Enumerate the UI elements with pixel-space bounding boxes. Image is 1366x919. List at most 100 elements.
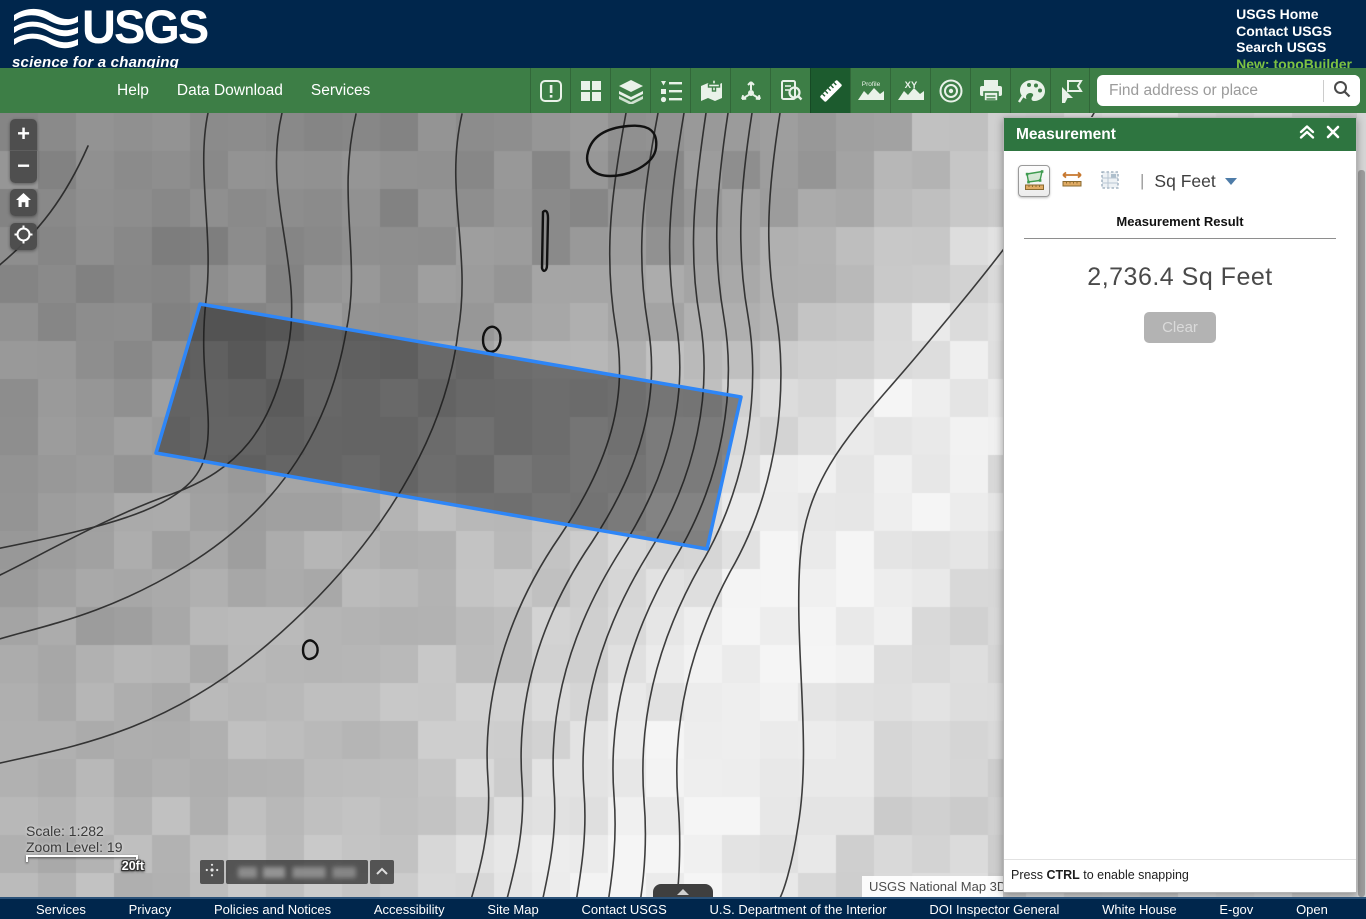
- coordinate-crosshair-button[interactable]: [200, 860, 224, 884]
- header-link[interactable]: Search USGS: [1236, 39, 1352, 56]
- attribution-expander[interactable]: [653, 884, 713, 897]
- close-panel-button[interactable]: [1320, 122, 1346, 148]
- menu-services[interactable]: Services: [311, 82, 370, 100]
- search-button[interactable]: [1324, 75, 1360, 106]
- close-icon: [1326, 125, 1340, 144]
- footer-link-policies-and-notices[interactable]: Policies and Notices: [214, 902, 331, 917]
- address-search: [1097, 75, 1360, 106]
- tool-legend-button[interactable]: [650, 68, 690, 113]
- locate-button[interactable]: [10, 223, 37, 250]
- tool-add-data-button[interactable]: [690, 68, 730, 113]
- measurement-panel-header[interactable]: Measurement: [1004, 118, 1356, 151]
- bullseye-icon: [937, 77, 965, 105]
- measurement-panel: Measurement | Sq Feet Measurement Result: [1003, 117, 1357, 893]
- elevation-profile-icon: Profile: [856, 78, 886, 104]
- usgs-wave-icon: [12, 5, 80, 56]
- spot-elevation-xy-icon: XY: [896, 78, 926, 104]
- zoom-control: + −: [10, 119, 37, 183]
- measure-location-tool-button[interactable]: [1094, 165, 1126, 197]
- footer-link-u-s-department-of-the-interior[interactable]: U.S. Department of the Interior: [710, 902, 887, 917]
- measure-ruler-icon: [817, 77, 845, 105]
- header-link[interactable]: Contact USGS: [1236, 23, 1352, 40]
- print-icon: [977, 78, 1005, 104]
- zoom-level-label: Zoom Level: 19: [26, 840, 123, 856]
- legend-icon: [658, 78, 684, 104]
- tool-measure-ruler-button[interactable]: [810, 68, 850, 113]
- map-viewport[interactable]: + − Scale: 1:282 Zoom Level: 19 20ft: [0, 113, 1366, 897]
- tool-layers-button[interactable]: [610, 68, 650, 113]
- zoom-in-button[interactable]: +: [10, 119, 37, 151]
- double-chevron-up-icon: [1298, 124, 1316, 145]
- tool-spot-elevation-xy-button[interactable]: XY: [890, 68, 930, 113]
- scalebar: 20ft: [26, 855, 138, 862]
- measurement-tools: | Sq Feet: [1004, 151, 1356, 197]
- tool-elevation-profile-button[interactable]: Profile: [850, 68, 890, 113]
- footer-link-privacy[interactable]: Privacy: [129, 902, 172, 917]
- query-icon: [778, 78, 804, 104]
- footer-link-services[interactable]: Services: [36, 902, 86, 917]
- header-links: USGS HomeContact USGSSearch USGSNew: top…: [1236, 6, 1352, 72]
- measure-location-icon: [1099, 169, 1121, 194]
- footer-link-white-house[interactable]: White House: [1102, 902, 1176, 917]
- scale-label: Scale: 1:282: [26, 824, 123, 840]
- triangle-up-icon: [677, 889, 689, 895]
- scalebar-label: 20ft: [122, 859, 144, 873]
- chevron-up-icon: [376, 866, 388, 878]
- app-toolbar: Help Data Download Services Profile XY: [0, 68, 1366, 113]
- unit-label: Sq Feet: [1154, 171, 1215, 192]
- tool-error-alert-button[interactable]: [530, 68, 570, 113]
- tool-palette-button[interactable]: [1010, 68, 1050, 113]
- clear-button[interactable]: Clear: [1144, 312, 1216, 343]
- tool-print-button[interactable]: [970, 68, 1010, 113]
- tool-basemap-gallery-button[interactable]: [570, 68, 610, 113]
- site-footer: Services Privacy Policies and Notices Acces…: [0, 897, 1366, 919]
- basemap-gallery-icon: [578, 78, 604, 104]
- caret-down-icon: [1225, 178, 1237, 185]
- collapse-panel-button[interactable]: [1294, 122, 1320, 148]
- error-alert-icon: [538, 78, 564, 104]
- menu-help[interactable]: Help: [117, 82, 149, 100]
- crosshair-icon: [205, 863, 219, 882]
- measure-area-tool-button[interactable]: [1018, 165, 1050, 197]
- tool-bullseye-button[interactable]: [930, 68, 970, 113]
- measure-distance-icon: [1061, 169, 1083, 194]
- footer-link-site-map[interactable]: Site Map: [487, 902, 538, 917]
- coordinate-expand-button[interactable]: [370, 860, 394, 884]
- map-attribution: USGS National Map 3D: [862, 876, 1003, 897]
- site-header: USGS science for a changing world USGS H…: [0, 0, 1366, 68]
- footer-link-doi-inspector-general[interactable]: DOI Inspector General: [929, 902, 1059, 917]
- header-link[interactable]: USGS Home: [1236, 6, 1352, 23]
- tool-query-button[interactable]: [770, 68, 810, 113]
- coordinate-widget: [200, 860, 394, 884]
- scale-info: Scale: 1:282 Zoom Level: 19: [26, 824, 123, 855]
- toolbar-buttons: Profile XY: [530, 68, 1090, 113]
- unit-separator: |: [1140, 171, 1144, 191]
- footer-link-open[interactable]: Open: [1296, 902, 1328, 917]
- select-icon: [1056, 78, 1084, 104]
- add-data-icon: [698, 78, 724, 104]
- share-icon: [738, 78, 764, 104]
- svg-text:XY: XY: [904, 80, 917, 91]
- scrollbar-thumb[interactable]: [1358, 170, 1365, 897]
- home-button[interactable]: [10, 189, 37, 216]
- scrollbar[interactable]: [1357, 113, 1366, 897]
- unit-dropdown[interactable]: Sq Feet: [1154, 171, 1236, 192]
- measure-area-icon: [1023, 168, 1046, 194]
- result-heading: Measurement Result: [1004, 214, 1356, 229]
- tool-select-button[interactable]: [1050, 68, 1090, 113]
- result-divider: [1024, 238, 1336, 239]
- search-input[interactable]: [1097, 82, 1323, 100]
- tool-share-button[interactable]: [730, 68, 770, 113]
- result-value: 2,736.4 Sq Feet: [1004, 263, 1356, 292]
- panel-title: Measurement: [1016, 126, 1294, 144]
- zoom-out-button[interactable]: −: [10, 151, 37, 183]
- footer-link-e-gov[interactable]: E-gov: [1219, 902, 1253, 917]
- panel-spacer: [1004, 343, 1356, 859]
- footer-link-accessibility[interactable]: Accessibility: [374, 902, 445, 917]
- footer-link-contact-usgs[interactable]: Contact USGS: [581, 902, 666, 917]
- measure-distance-tool-button[interactable]: [1056, 165, 1088, 197]
- usgs-logo[interactable]: USGS science for a changing world: [12, 5, 212, 63]
- logo-title: USGS: [82, 5, 207, 49]
- menu-data-download[interactable]: Data Download: [177, 82, 283, 100]
- toolbar-menus: Help Data Download Services: [117, 68, 370, 113]
